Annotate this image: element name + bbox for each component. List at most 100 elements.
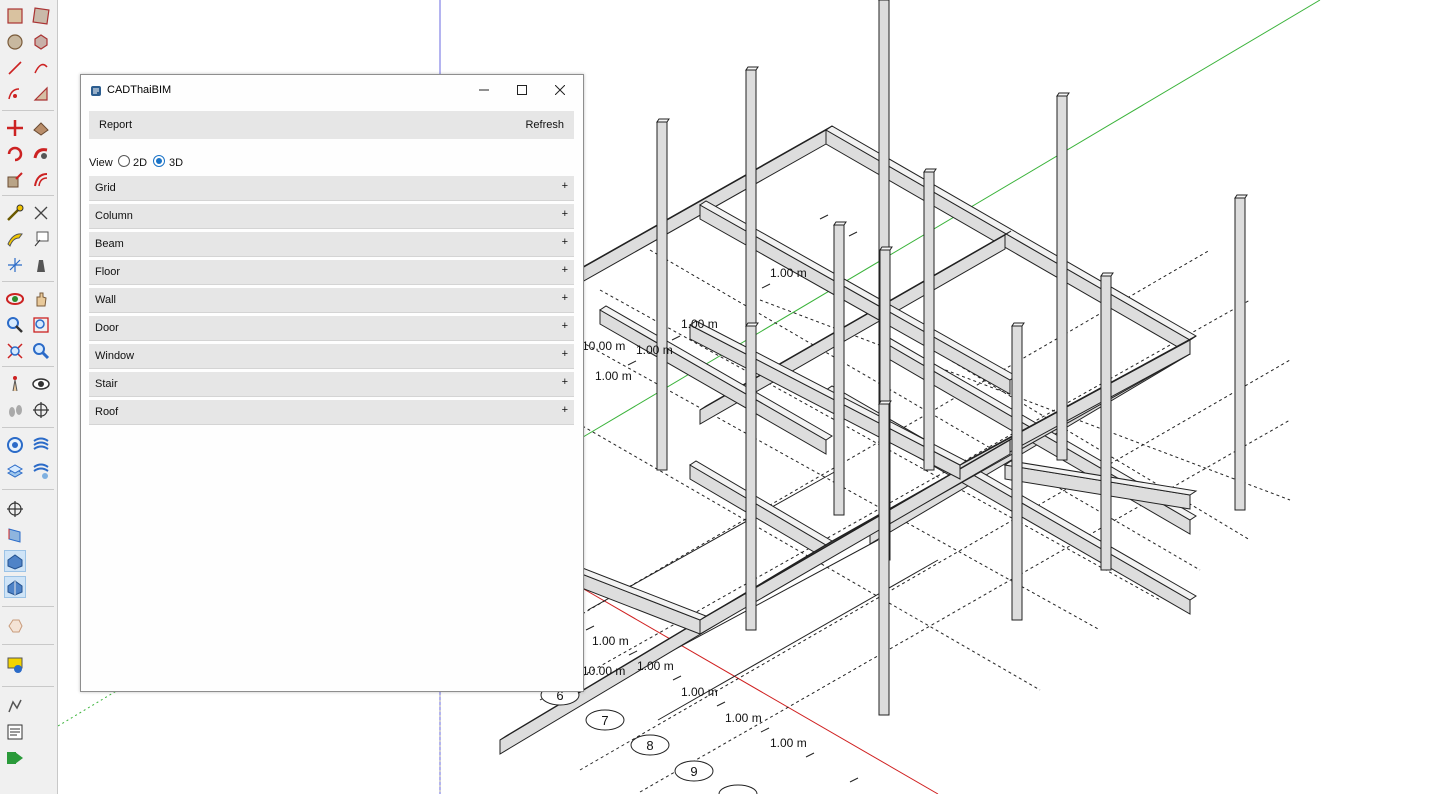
circle-tool-icon[interactable] bbox=[5, 32, 25, 52]
view-3d-label[interactable]: 3D bbox=[169, 157, 183, 169]
dimension-label: 1.00 m bbox=[592, 634, 629, 648]
expand-icon[interactable]: + bbox=[562, 292, 568, 304]
instructor-icon[interactable] bbox=[5, 696, 25, 716]
expand-icon[interactable]: + bbox=[562, 208, 568, 220]
smoove-tool-icon[interactable] bbox=[31, 461, 51, 481]
section-stair[interactable]: Stair + bbox=[89, 372, 574, 397]
expand-icon[interactable]: + bbox=[562, 264, 568, 276]
section-plane-tool-icon[interactable] bbox=[31, 400, 51, 420]
bim-section-list: Grid + Column + Beam + Floor + Wall + Door + Window +… bbox=[89, 176, 574, 425]
axes-tool-icon[interactable] bbox=[5, 255, 25, 275]
rotate-tool-icon[interactable] bbox=[5, 144, 25, 164]
add-location-tool-icon[interactable] bbox=[5, 435, 25, 455]
hide-geometry-icon[interactable] bbox=[5, 616, 25, 636]
orbit-tool-icon[interactable] bbox=[5, 289, 25, 309]
section-column[interactable]: Column + bbox=[89, 204, 574, 229]
view-2d-label[interactable]: 2D bbox=[133, 157, 147, 169]
view-mode-row: View 2D 3D bbox=[89, 151, 574, 173]
push-pull-tool-icon[interactable] bbox=[31, 118, 51, 138]
arc-tool-icon[interactable] bbox=[31, 58, 51, 78]
dialog-titlebar[interactable]: CADThaiBIM bbox=[81, 75, 583, 105]
freehand-tool-icon[interactable] bbox=[31, 84, 51, 104]
minimize-button[interactable] bbox=[465, 75, 503, 105]
expand-icon[interactable]: + bbox=[562, 376, 568, 388]
toolbar-separator bbox=[2, 281, 54, 282]
rectangle-tool-icon[interactable] bbox=[5, 6, 25, 26]
zoom-extents-tool-icon[interactable] bbox=[5, 341, 25, 361]
position-camera-tool-icon[interactable] bbox=[5, 374, 25, 394]
section-beam-label: Beam bbox=[95, 238, 124, 250]
dialog-content: Report Refresh View 2D 3D Grid + Column + Be… bbox=[89, 111, 574, 425]
toolbar-separator bbox=[2, 644, 54, 645]
section-roof-label: Roof bbox=[95, 406, 119, 418]
3d-text-tool-icon[interactable] bbox=[31, 255, 51, 275]
display-section-cuts-icon[interactable] bbox=[4, 576, 26, 598]
tape-measure-tool-icon[interactable] bbox=[5, 203, 25, 223]
dimension-tool-icon[interactable] bbox=[31, 203, 51, 223]
beam-top bbox=[689, 460, 833, 546]
sandbox-tool-icon[interactable] bbox=[31, 435, 51, 455]
expand-icon[interactable]: + bbox=[562, 404, 568, 416]
dimension-label: 1.00 m bbox=[637, 659, 674, 673]
section-wall[interactable]: Wall + bbox=[89, 288, 574, 313]
column-cap bbox=[1056, 92, 1070, 97]
expand-icon[interactable]: + bbox=[562, 180, 568, 192]
view-2d-radio[interactable] bbox=[118, 155, 130, 167]
expand-icon[interactable]: + bbox=[562, 236, 568, 248]
section-grid[interactable]: Grid + bbox=[89, 176, 574, 201]
grid-axis-bubbles: 6789 bbox=[540, 684, 758, 794]
column bbox=[1100, 275, 1112, 571]
scale-tool-icon[interactable] bbox=[5, 170, 25, 190]
section-fill-tool-icon[interactable] bbox=[5, 499, 25, 519]
walk-tool-icon[interactable] bbox=[5, 400, 25, 420]
column-cap bbox=[656, 118, 670, 123]
pie-tool-icon[interactable] bbox=[5, 84, 25, 104]
view-3d-radio[interactable] bbox=[153, 155, 165, 167]
section-roof[interactable]: Roof + bbox=[89, 400, 574, 425]
dimension-tick bbox=[760, 727, 770, 733]
column bbox=[923, 171, 935, 471]
section-window[interactable]: Window + bbox=[89, 344, 574, 369]
rotated-rectangle-tool-icon[interactable] bbox=[31, 6, 51, 26]
previous-view-tool-icon[interactable] bbox=[31, 341, 51, 361]
expand-icon[interactable]: + bbox=[562, 348, 568, 360]
pan-tool-icon[interactable] bbox=[31, 289, 51, 309]
outliner-icon[interactable] bbox=[5, 722, 25, 742]
toolbar-separator bbox=[2, 195, 54, 196]
maximize-button[interactable] bbox=[503, 75, 541, 105]
column-cap bbox=[745, 322, 759, 327]
section-floor[interactable]: Floor + bbox=[89, 260, 574, 285]
dimension-label: 1.00 m bbox=[681, 685, 718, 699]
text-tool-icon[interactable] bbox=[31, 229, 51, 249]
extension-play-icon[interactable] bbox=[5, 748, 25, 768]
move-tool-icon[interactable] bbox=[5, 118, 25, 138]
follow-me-tool-icon[interactable] bbox=[31, 144, 51, 164]
section-beam[interactable]: Beam + bbox=[89, 232, 574, 257]
line-tool-icon[interactable] bbox=[5, 58, 25, 78]
look-around-tool-icon[interactable] bbox=[31, 374, 51, 394]
protractor-tool-icon[interactable] bbox=[5, 229, 25, 249]
section-door[interactable]: Door + bbox=[89, 316, 574, 341]
expand-icon[interactable]: + bbox=[562, 320, 568, 332]
dimension-label: 1.00 m bbox=[770, 266, 807, 280]
column bbox=[833, 224, 845, 516]
zoom-window-tool-icon[interactable] bbox=[31, 315, 51, 335]
column bbox=[878, 403, 890, 716]
grid-line bbox=[579, 359, 1291, 771]
close-button[interactable] bbox=[541, 75, 579, 105]
model-info-icon[interactable] bbox=[5, 655, 25, 675]
column bbox=[656, 121, 668, 471]
dimension-tick bbox=[761, 283, 771, 289]
layers-tool-icon[interactable] bbox=[5, 461, 25, 481]
column-cap bbox=[878, 400, 892, 405]
column-cap bbox=[745, 66, 759, 71]
polygon-tool-icon[interactable] bbox=[31, 32, 51, 52]
section-cut-tool-icon[interactable] bbox=[5, 525, 25, 545]
offset-tool-icon[interactable] bbox=[31, 170, 51, 190]
refresh-button[interactable]: Refresh bbox=[525, 119, 564, 131]
display-section-planes-icon[interactable] bbox=[4, 550, 26, 572]
close-icon bbox=[555, 85, 565, 95]
column-cap bbox=[879, 246, 893, 251]
column-cap bbox=[923, 168, 937, 173]
zoom-tool-icon[interactable] bbox=[5, 315, 25, 335]
